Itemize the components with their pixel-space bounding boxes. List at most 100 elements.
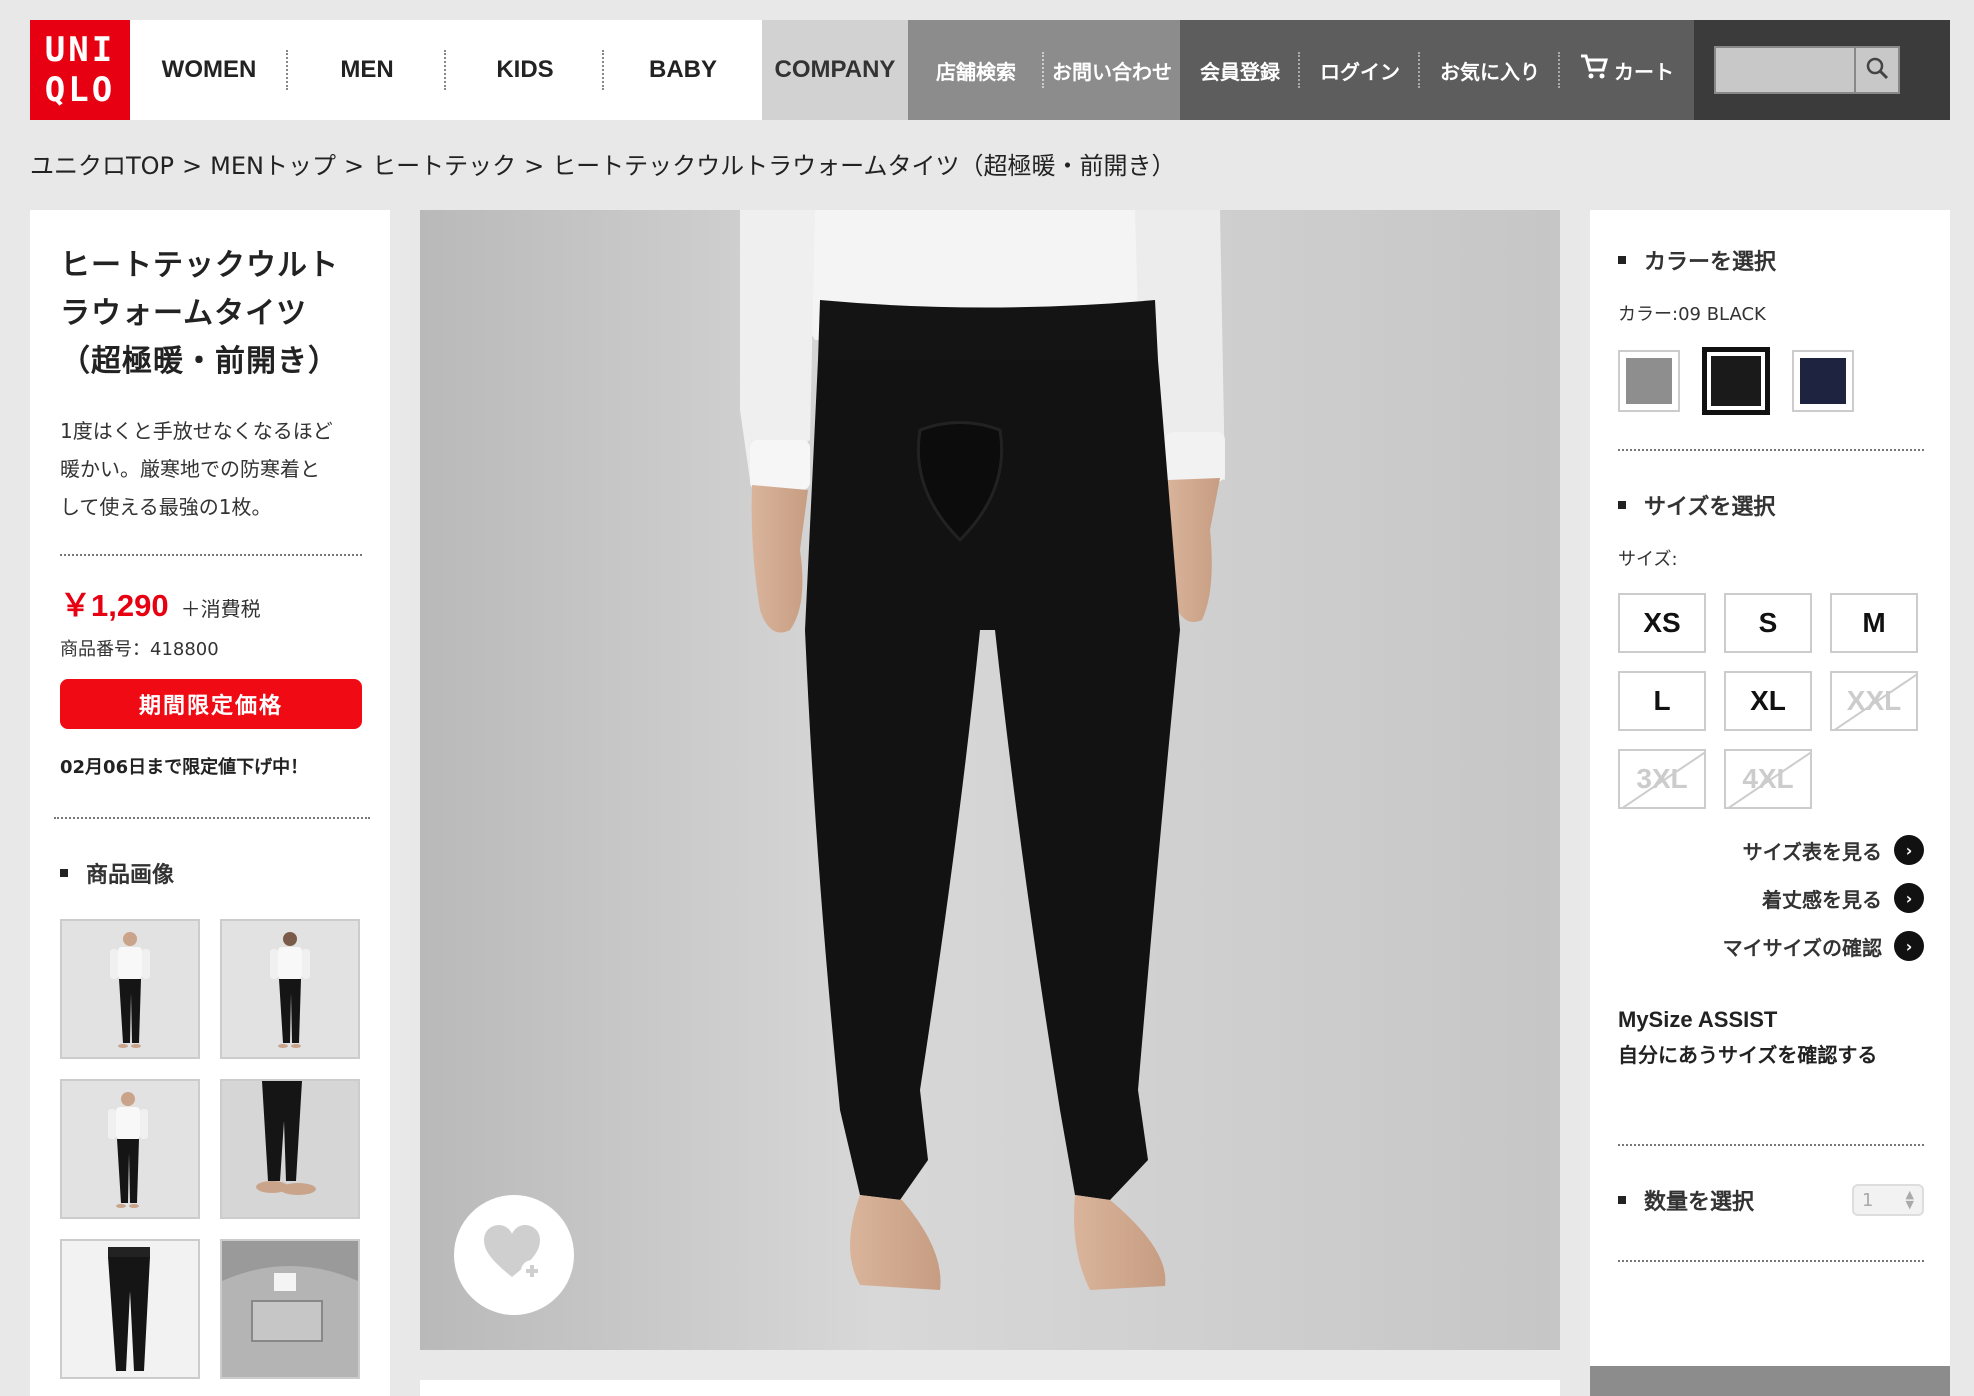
add-favorite-button[interactable] xyxy=(454,1195,574,1315)
product-title-line: （超極暖・前開き） xyxy=(60,344,339,379)
size-l-button[interactable]: L xyxy=(1618,671,1706,731)
swatch-gray[interactable] xyxy=(1618,350,1680,412)
search-input[interactable] xyxy=(1714,46,1854,94)
main-product-image[interactable] xyxy=(420,210,1560,1350)
bullet-icon xyxy=(60,869,68,877)
nav-register[interactable]: 会員登録 xyxy=(1180,20,1300,120)
product-info-panel: ヒートテックウルト ラウォームタイツ （超極暖・前開き） 1度はくと手放せなくな… xyxy=(30,210,390,1396)
cart-icon xyxy=(1580,54,1609,87)
size-xxl-button: XXL xyxy=(1830,671,1918,731)
nav-men[interactable]: MEN xyxy=(288,20,446,120)
size-s-button[interactable]: S xyxy=(1724,593,1812,653)
mysize-assist-subtitle: 自分にあうサイズを確認する xyxy=(1618,1043,1878,1067)
heart-plus-icon xyxy=(482,1223,546,1287)
size-4xl-button: 4XL xyxy=(1724,749,1812,809)
limited-price-badge: 期間限定価格 xyxy=(60,679,362,729)
product-title-line: ヒートテックウルト xyxy=(60,248,339,283)
breadcrumb-top[interactable]: ユニクロTOP xyxy=(30,152,174,180)
breadcrumb-men[interactable]: MENトップ xyxy=(210,152,336,180)
size-xs-button[interactable]: XS xyxy=(1618,593,1706,653)
size-heading-label: サイズを選択 xyxy=(1644,495,1776,520)
price: ￥1,290 xyxy=(60,588,169,623)
swatch-navy-fill xyxy=(1800,358,1846,404)
divider xyxy=(1618,449,1924,451)
thumbnail-back-full[interactable] xyxy=(220,919,360,1059)
search-button[interactable] xyxy=(1854,46,1900,94)
nav-favorites[interactable]: お気に入り xyxy=(1420,20,1560,120)
logo-line-1: UNI xyxy=(44,30,116,70)
quantity-select[interactable]: 1 ▲ ▼ xyxy=(1852,1184,1924,1216)
chevron-right-icon: › xyxy=(1894,835,1924,865)
size-grid: XS S M L XL XXL 3XL 4XL xyxy=(1618,593,1924,809)
nav-kids[interactable]: KIDS xyxy=(446,20,604,120)
size-chart-link[interactable]: サイズ表を見る › xyxy=(1618,835,1924,865)
site-header: UNI QLO WOMEN MEN KIDS BABY COMPANY 店舗検索… xyxy=(30,20,1950,120)
sub-nav-account: 会員登録 ログイン お気に入り カート xyxy=(1180,20,1694,120)
divider xyxy=(60,554,362,556)
fit-guide-link-label: 着丈感を見る xyxy=(1762,887,1882,912)
breadcrumb-heattech[interactable]: ヒートテック xyxy=(372,152,516,180)
nav-contact[interactable]: お問い合わせ xyxy=(1044,20,1180,120)
images-heading-label: 商品画像 xyxy=(86,863,175,888)
quantity-heading: 数量を選択 xyxy=(1618,1184,1754,1216)
divider xyxy=(54,817,370,819)
uniqlo-logo[interactable]: UNI QLO xyxy=(30,20,130,120)
size-xl-button[interactable]: XL xyxy=(1724,671,1812,731)
add-to-cart-bar[interactable] xyxy=(1590,1366,1950,1396)
bullet-icon xyxy=(1618,256,1626,264)
thumbnail-front-full[interactable] xyxy=(60,919,200,1059)
nav-women[interactable]: WOMEN xyxy=(130,20,288,120)
price-row: ￥1,290 ＋消費税 xyxy=(60,580,362,625)
sub-nav-support: 店舗検索 お問い合わせ xyxy=(908,20,1180,120)
search-icon xyxy=(1865,56,1889,84)
mysize-assist-title: MySize ASSIST xyxy=(1618,1007,1778,1032)
search-area xyxy=(1694,20,1950,120)
thumbnail-front-angle[interactable] xyxy=(60,1079,200,1219)
nav-cart[interactable]: カート xyxy=(1560,20,1694,120)
nav-company[interactable]: COMPANY xyxy=(762,20,908,120)
divider xyxy=(1618,1260,1924,1262)
tax-note: ＋消費税 xyxy=(180,597,261,621)
nav-login[interactable]: ログイン xyxy=(1300,20,1420,120)
description-line: して使える最強の1枚。 xyxy=(60,495,272,519)
breadcrumb-current: ヒートテックウルトラウォームタイツ（超極暖・前開き） xyxy=(552,152,1176,180)
thumbnail-grid xyxy=(60,919,362,1379)
my-size-link[interactable]: マイサイズの確認 › xyxy=(1618,931,1924,961)
quantity-row: 数量を選択 1 ▲ ▼ xyxy=(1618,1184,1924,1216)
size-3xl-button: 3XL xyxy=(1618,749,1706,809)
swatch-gray-fill xyxy=(1626,358,1672,404)
divider xyxy=(1618,1144,1924,1146)
product-title: ヒートテックウルト ラウォームタイツ （超極暖・前開き） xyxy=(60,242,362,386)
color-heading: カラーを選択 xyxy=(1618,244,1924,276)
mysize-assist-link[interactable]: MySize ASSIST 自分にあうサイズを確認する xyxy=(1618,1007,1924,1068)
breadcrumb-separator: > xyxy=(182,152,203,180)
thumbnail-legs-closeup[interactable] xyxy=(220,1079,360,1219)
product-model-image xyxy=(740,210,1225,1290)
limited-price-note: 02月06日まで限定値下げ中！ xyxy=(60,757,309,778)
product-description: 1度はくと手放せなくなるほど 暖かい。厳寒地での防寒着と して使える最強の1枚。 xyxy=(60,412,362,526)
below-image-panel xyxy=(420,1380,1560,1396)
size-heading: サイズを選択 xyxy=(1618,489,1924,521)
breadcrumb-separator: > xyxy=(343,152,365,180)
size-chart-link-label: サイズ表を見る xyxy=(1742,839,1882,864)
swatch-navy[interactable] xyxy=(1792,350,1854,412)
swatch-black[interactable] xyxy=(1702,347,1770,415)
thumbnail-flat-lay[interactable] xyxy=(60,1239,200,1379)
nav-store-search[interactable]: 店舗検索 xyxy=(908,20,1044,120)
my-size-link-label: マイサイズの確認 xyxy=(1722,935,1882,960)
bullet-icon xyxy=(1618,1196,1626,1204)
nav-baby[interactable]: BABY xyxy=(604,20,762,120)
description-line: 1度はくと手放せなくなるほど xyxy=(60,419,333,443)
quantity-heading-label: 数量を選択 xyxy=(1644,1190,1755,1215)
color-heading-label: カラーを選択 xyxy=(1644,250,1777,275)
logo-line-2: QLO xyxy=(44,70,116,110)
selected-color-label: カラー:09 BLACK xyxy=(1618,304,1766,325)
product-code: 商品番号：418800 xyxy=(60,639,219,660)
fit-guide-link[interactable]: 着丈感を見る › xyxy=(1618,883,1924,913)
swatch-black-fill xyxy=(1711,356,1761,406)
images-heading: 商品画像 xyxy=(60,857,362,889)
thumbnail-label-detail[interactable] xyxy=(220,1239,360,1379)
cart-label: カート xyxy=(1614,59,1674,84)
color-swatches xyxy=(1618,347,1924,415)
size-m-button[interactable]: M xyxy=(1830,593,1918,653)
